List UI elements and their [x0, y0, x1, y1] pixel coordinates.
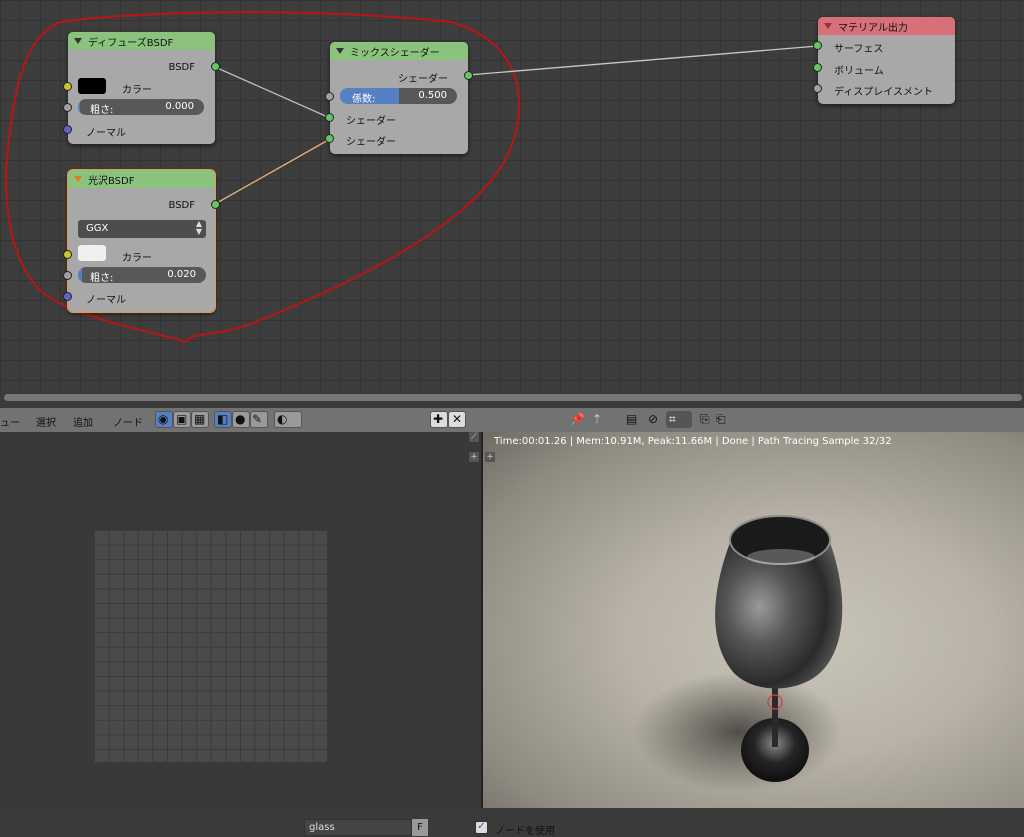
normal-input-socket[interactable]: [63, 125, 72, 134]
parent-node-tree-icon[interactable]: ⇡: [592, 410, 602, 428]
shader-output-socket[interactable]: [464, 71, 473, 80]
fake-user-button[interactable]: F: [412, 819, 428, 836]
color-swatch[interactable]: [78, 245, 106, 261]
volume-label: ボリューム: [834, 66, 884, 77]
link-mix-output: [467, 45, 819, 76]
collapse-arrow-icon[interactable]: [824, 23, 832, 29]
factor-input-socket[interactable]: [325, 92, 334, 101]
copy-nodes-icon[interactable]: ⎘: [700, 410, 710, 428]
roughness-value: 0.020: [167, 269, 196, 280]
shader-ball-icon: ◉: [158, 412, 169, 426]
bsdf-output-socket[interactable]: [211, 200, 220, 209]
wine-glass-render: [633, 515, 843, 792]
close-icon: ✕: [452, 412, 463, 426]
factor-label: 係数:: [352, 94, 376, 104]
mix-shader-header[interactable]: ミックスシェーダー: [330, 42, 468, 60]
color-input-socket[interactable]: [63, 82, 72, 91]
use-nodes-label: ノードを使用: [495, 826, 555, 837]
factor-value: 0.500: [418, 90, 447, 101]
color-swatch[interactable]: [78, 78, 106, 94]
diffuse-bsdf-node[interactable]: ディフューズBSDF BSDF カラー 粗さ: 0.000 ノーマル: [63, 32, 220, 144]
roughness-label: 粗さ:: [90, 105, 114, 115]
use-nodes-checkbox[interactable]: ✓: [475, 821, 488, 834]
surface-label: サーフェス: [834, 44, 884, 55]
material-output-header[interactable]: マテリアル出力: [818, 17, 955, 35]
shader2-label: シェーダー: [346, 137, 396, 148]
material-output-node[interactable]: マテリアル出力 サーフェス ボリューム ディスプレイスメント: [813, 17, 955, 104]
paste-nodes-icon[interactable]: ⎗: [716, 410, 726, 428]
bsdf-output-socket[interactable]: [211, 62, 220, 71]
link-glossy-mix: [214, 138, 331, 205]
grid-snap-icon: ⌗: [669, 412, 676, 426]
area-join-corner-icon[interactable]: +: [469, 452, 479, 462]
roughness-fill: [78, 267, 82, 283]
roughness-input-socket[interactable]: [63, 271, 72, 280]
node-editor-header: ュー 選択 追加 ノード ◉ ▣ ▦ ◧ ● ✎ ◐ glass F ✚ ✕ ✓…: [0, 408, 1024, 837]
color-label: カラー: [122, 85, 152, 96]
pin-icon[interactable]: 📌: [570, 410, 585, 428]
diffuse-bsdf-header[interactable]: ディフューズBSDF: [68, 32, 215, 50]
glossy-bsdf-header[interactable]: 光沢BSDF: [68, 170, 215, 188]
menu-select[interactable]: 選択: [36, 414, 56, 429]
bsdf-output-label: BSDF: [168, 200, 195, 211]
menu-add[interactable]: 追加: [73, 414, 93, 429]
area-split-corner-icon[interactable]: ⟋: [469, 432, 479, 442]
node-editor[interactable]: ディフューズBSDF BSDF カラー 粗さ: 0.000 ノーマル ミックスシ…: [0, 0, 1024, 392]
link-diffuse-mix: [214, 66, 331, 119]
material-name-field[interactable]: glass: [304, 819, 412, 836]
snap-icon[interactable]: ⊘: [648, 410, 658, 428]
diffuse-bsdf-title: ディフューズBSDF: [88, 37, 174, 49]
horizontal-scrollbar[interactable]: [4, 394, 1022, 401]
shader-output-label: シェーダー: [398, 74, 448, 85]
roughness-fill: [78, 99, 80, 115]
compositing-icon: ▣: [176, 412, 188, 426]
material-output-title: マテリアル出力: [838, 22, 908, 34]
material-sphere-icon: ◐: [277, 412, 288, 426]
displacement-label: ディスプレイスメント: [834, 87, 933, 98]
backdrop-icon[interactable]: ▤: [626, 410, 637, 428]
color-input-socket[interactable]: [63, 250, 72, 259]
distribution-dropdown[interactable]: GGX ▲ ▼: [78, 220, 206, 238]
collapse-arrow-icon[interactable]: [336, 48, 344, 54]
factor-slider[interactable]: 係数: 0.500: [340, 88, 457, 104]
surface-input-socket[interactable]: [813, 41, 822, 50]
menu-node[interactable]: ノード: [113, 414, 143, 429]
plus-icon: ✚: [433, 412, 444, 426]
roughness-label: 粗さ:: [90, 273, 114, 283]
normal-label: ノーマル: [86, 295, 126, 306]
brush-icon: ✎: [252, 412, 263, 426]
glass-highlight: [747, 549, 815, 565]
roughness-slider[interactable]: 粗さ: 0.000: [78, 99, 204, 115]
mix-shader-title: ミックスシェーダー: [350, 47, 440, 59]
glossy-bsdf-node[interactable]: 光沢BSDF BSDF GGX ▲ ▼ カラー 粗さ: 0.020 ノーマル: [63, 169, 220, 313]
displacement-input-socket[interactable]: [813, 84, 822, 93]
shader1-label: シェーダー: [346, 116, 396, 127]
shader1-input-socket[interactable]: [325, 113, 334, 122]
mix-shader-node[interactable]: ミックスシェーダー シェーダー 係数: 0.500 シェーダー シェーダー: [325, 42, 473, 154]
world-icon: ●: [235, 412, 246, 426]
roughness-slider[interactable]: 粗さ: 0.020: [78, 267, 206, 283]
normal-label: ノーマル: [86, 128, 126, 139]
checker-icon: ▦: [194, 412, 206, 426]
collapse-arrow-icon[interactable]: [74, 38, 82, 44]
uv-grid: [94, 530, 327, 762]
render-stats: Time:00:01.26 | Mem:10.91M, Peak:11.66M …: [494, 436, 892, 447]
cube-icon: ◧: [217, 412, 229, 426]
roughness-value: 0.000: [165, 101, 194, 112]
glossy-bsdf-title: 光沢BSDF: [88, 175, 135, 187]
updown-arrows-icon: ▲ ▼: [195, 219, 202, 236]
glass-shadow: [633, 672, 843, 792]
shader2-input-socket[interactable]: [325, 134, 334, 143]
collapse-arrow-icon[interactable]: [74, 176, 82, 182]
normal-input-socket[interactable]: [63, 292, 72, 301]
render-viewport[interactable]: +: [483, 432, 1024, 808]
color-label: カラー: [122, 253, 152, 264]
bsdf-output-label: BSDF: [168, 62, 195, 73]
volume-input-socket[interactable]: [813, 63, 822, 72]
menu-view[interactable]: ュー: [0, 414, 20, 429]
distribution-value: GGX: [86, 223, 109, 234]
roughness-input-socket[interactable]: [63, 103, 72, 112]
